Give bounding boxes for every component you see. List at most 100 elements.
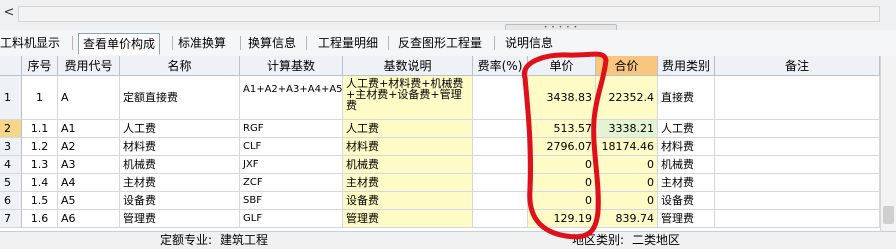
cell-name[interactable]: 设备费: [120, 192, 240, 210]
column-header-rate[interactable]: 费率(%): [473, 56, 528, 76]
scroll-left-icon[interactable]: <: [2, 4, 16, 22]
column-header-code[interactable]: 费用代号: [58, 56, 120, 76]
vertical-scrollbar[interactable]: [880, 56, 896, 231]
cell-base-desc[interactable]: 材料费: [343, 138, 473, 156]
cell-base-desc[interactable]: 管理费: [343, 210, 473, 228]
cell-note[interactable]: [715, 210, 880, 228]
cell-note[interactable]: [715, 174, 880, 192]
cell-seq[interactable]: 1.2: [22, 138, 58, 156]
cell-rate[interactable]: [473, 192, 528, 210]
cell-base[interactable]: JXF: [240, 156, 343, 174]
row-number[interactable]: 1: [0, 76, 22, 120]
cell-code[interactable]: A5: [58, 192, 120, 210]
cell-seq[interactable]: 1.3: [22, 156, 58, 174]
cell-note[interactable]: [715, 120, 880, 138]
cell-total[interactable]: 3338.21: [596, 120, 658, 138]
row-number[interactable]: 7: [0, 210, 22, 228]
cell-unit-price[interactable]: 3438.83: [528, 76, 596, 120]
cell-category[interactable]: 机械费: [658, 156, 715, 174]
tab-reverse-graphic-quantity[interactable]: 反查图形工程量: [398, 33, 482, 53]
cell-base-desc[interactable]: 人工费+材料费+机械费+主材费+设备费+管理费: [343, 76, 473, 120]
specialty-label: 定额专业:: [160, 233, 213, 247]
cell-category[interactable]: 设备费: [658, 192, 715, 210]
cell-total[interactable]: 0: [596, 156, 658, 174]
cell-unit-price[interactable]: 129.19: [528, 210, 596, 228]
cell-unit-price[interactable]: 0: [528, 192, 596, 210]
column-header-category[interactable]: 费用类别: [658, 56, 715, 76]
cell-category[interactable]: 人工费: [658, 120, 715, 138]
cell-name[interactable]: 主材费: [120, 174, 240, 192]
cell-code[interactable]: A1: [58, 120, 120, 138]
cell-note[interactable]: [715, 138, 880, 156]
cell-unit-price[interactable]: 0: [528, 174, 596, 192]
cell-base[interactable]: A1+A2+A3+A4+A5+A6: [240, 76, 343, 120]
cell-name[interactable]: 材料费: [120, 138, 240, 156]
cell-unit-price[interactable]: 0: [528, 156, 596, 174]
cell-base-desc[interactable]: 主材费: [343, 174, 473, 192]
cell-category[interactable]: 直接费: [658, 76, 715, 120]
column-header-unit-price[interactable]: 单价: [528, 56, 596, 76]
cell-code[interactable]: A6: [58, 210, 120, 228]
row-number[interactable]: 4: [0, 156, 22, 174]
cell-rate[interactable]: [473, 156, 528, 174]
cell-total[interactable]: 22352.4: [596, 76, 658, 120]
cell-rate[interactable]: [473, 174, 528, 192]
column-header-base-desc[interactable]: 基数说明: [343, 56, 473, 76]
column-header-base[interactable]: 计算基数: [240, 56, 343, 76]
cell-base-desc[interactable]: 设备费: [343, 192, 473, 210]
cell-base[interactable]: RGF: [240, 120, 343, 138]
column-header-note[interactable]: 备注: [715, 56, 880, 76]
cell-code[interactable]: A2: [58, 138, 120, 156]
cell-seq[interactable]: 1: [22, 76, 58, 120]
row-number[interactable]: 5: [0, 174, 22, 192]
cell-category[interactable]: 主材费: [658, 174, 715, 192]
cell-note[interactable]: [715, 192, 880, 210]
cell-total[interactable]: 839.74: [596, 210, 658, 228]
cell-seq[interactable]: 1.4: [22, 174, 58, 192]
cell-rate[interactable]: [473, 76, 528, 120]
scrollbar-thumb[interactable]: [883, 206, 894, 224]
cell-total[interactable]: 0: [596, 192, 658, 210]
cell-unit-price[interactable]: 513.57: [528, 120, 596, 138]
cell-base[interactable]: GLF: [240, 210, 343, 228]
cell-name[interactable]: 机械费: [120, 156, 240, 174]
tab-labor-material-machine[interactable]: 工料机显示: [0, 33, 60, 53]
cell-rate[interactable]: [473, 120, 528, 138]
cell-rate[interactable]: [473, 138, 528, 156]
cell-base[interactable]: SBF: [240, 192, 343, 210]
row-number[interactable]: 3: [0, 138, 22, 156]
row-number[interactable]: 6: [0, 192, 22, 210]
cell-base-desc[interactable]: 人工费: [343, 120, 473, 138]
cell-note[interactable]: [715, 156, 880, 174]
cell-rate[interactable]: [473, 210, 528, 228]
cell-seq[interactable]: 1.6: [22, 210, 58, 228]
tab-description-info[interactable]: 说明信息: [505, 33, 553, 53]
column-header-name[interactable]: 名称: [120, 56, 240, 76]
cell-note[interactable]: [715, 76, 880, 120]
cell-total[interactable]: 0: [596, 174, 658, 192]
cell-category[interactable]: 管理费: [658, 210, 715, 228]
tab-conversion-info[interactable]: 换算信息: [248, 33, 296, 53]
cell-seq[interactable]: 1.5: [22, 192, 58, 210]
tab-quantity-detail[interactable]: 工程量明细: [318, 33, 378, 53]
tab-separator: [72, 36, 73, 50]
column-header-seq[interactable]: 序号: [22, 56, 58, 76]
cell-code[interactable]: A3: [58, 156, 120, 174]
cell-base-desc[interactable]: 机械费: [343, 156, 473, 174]
cell-name[interactable]: 定额直接费: [120, 76, 240, 120]
row-number[interactable]: 2: [0, 120, 22, 138]
cell-base[interactable]: CLF: [240, 138, 343, 156]
cell-code[interactable]: A: [58, 76, 120, 120]
tab-unit-price-composition[interactable]: 查看单价构成: [78, 33, 161, 55]
cell-category[interactable]: 材料费: [658, 138, 715, 156]
column-header-total[interactable]: 合价: [596, 56, 658, 76]
cell-base[interactable]: ZCF: [240, 174, 343, 192]
cell-unit-price[interactable]: 2796.07: [528, 138, 596, 156]
horizontal-scrollbar[interactable]: [18, 6, 880, 22]
cell-name[interactable]: 管理费: [120, 210, 240, 228]
cell-name[interactable]: 人工费: [120, 120, 240, 138]
cell-code[interactable]: A4: [58, 174, 120, 192]
cell-total[interactable]: 18174.46: [596, 138, 658, 156]
cell-seq[interactable]: 1.1: [22, 120, 58, 138]
tab-standard-conversion[interactable]: 标准换算: [178, 33, 226, 53]
